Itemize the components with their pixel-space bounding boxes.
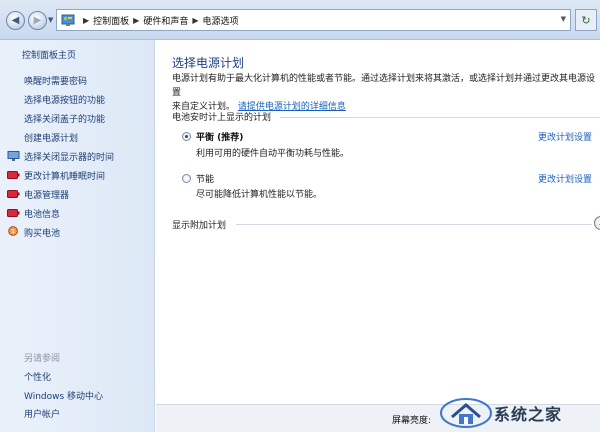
sidebar-link-battery-info[interactable]: 电池信息 [24,207,60,220]
expand-additional-plans-button[interactable]: ⌄ [594,216,600,230]
plan-balanced-name[interactable]: 平衡 (推荐) [196,130,243,143]
plan-balanced-change-settings-link[interactable]: 更改计划设置 [538,130,592,143]
breadcrumb-separator: ▶ [192,15,199,25]
sidebar-link-buy-battery[interactable]: 购买电池 [24,226,60,239]
show-additional-plans-label[interactable]: 显示附加计划 [172,218,226,231]
sidebar-link-display-off[interactable]: 选择关闭显示器的时间 [24,150,114,163]
plan-group-header: 电池安时计上显示的计划 [172,113,272,123]
plan-power-saver-change-settings-link[interactable]: 更改计划设置 [538,172,592,185]
breadcrumb[interactable]: ▶ 控制面板 ▶ 硬件和声音 ▶ 电源选项 ▼ [56,9,571,31]
breadcrumb-separator: ▶ [133,15,140,25]
forward-button[interactable]: ▶ [28,11,47,30]
plan-balanced-radio[interactable] [182,132,191,141]
group-divider [280,117,600,118]
breadcrumb-separator: ▶ [83,15,90,25]
additional-plans-divider [236,224,592,225]
plan-power-saver-description: 尽可能降低计算机性能以节能。 [196,190,323,200]
sidebar-link-wake-password[interactable]: 唤醒时需要密码 [24,74,87,87]
sidebar-link-power-buttons[interactable]: 选择电源按钮的功能 [24,93,105,106]
sidebar-link-sleep-time[interactable]: 更改计算机睡眠时间 [24,169,105,182]
screen-brightness-label: 屏幕亮度: [392,416,432,426]
address-dropdown-icon[interactable]: ▼ [561,15,566,23]
monitor-icon [7,151,20,161]
page-description: 电源计划有助于最大化计算机的性能或者节能。通过选择计划来将其激活，或选择计划并通… [172,72,600,114]
see-also-link-mobility-center[interactable]: Windows 移动中心 [24,389,103,402]
battery-icon [7,171,20,179]
back-button[interactable]: ◀ [6,11,25,30]
plan-balanced-description: 利用可用的硬件自动平衡功耗与性能。 [196,149,350,159]
house-logo-icon [440,398,492,428]
sidebar-link-lid-close[interactable]: 选择关闭盖子的功能 [24,112,105,125]
left-navigation-pane: 控制面板主页 唤醒时需要密码 选择电源按钮的功能 选择关闭盖子的功能 创建电源计… [0,40,155,432]
breadcrumb-item-power-options[interactable]: 电源选项 [203,14,239,27]
breadcrumb-item-control-panel[interactable]: 控制面板 [93,14,129,27]
see-also-link-user-accounts[interactable]: 用户帐户 [24,407,60,420]
watermark-text: 系统之家 [494,405,563,424]
see-also-heading: 另请参阅 [24,354,61,364]
plan-power-saver-radio[interactable] [182,174,191,183]
main-content: 选择电源计划 电源计划有助于最大化计算机的性能或者节能。通过选择计划来将其激活，… [156,40,600,432]
sidebar-link-power-manager[interactable]: 电源管理器 [24,188,69,201]
description-line-1: 电源计划有助于最大化计算机的性能或者节能。通过选择计划来将其激活，或选择计划并通… [172,74,596,98]
address-bar: ◀ ▶ ▼ ▶ 控制面板 ▶ 硬件和声音 ▶ 电源选项 ▼ ↻ [0,0,600,40]
breadcrumb-item-hardware-sound[interactable]: 硬件和声音 [143,14,188,27]
watermark: 系统之家 [440,394,600,432]
sidebar-link-create-plan[interactable]: 创建电源计划 [24,131,78,144]
battery-icon [7,190,20,198]
recent-pages-dropdown-icon[interactable]: ▼ [48,16,53,24]
page-title: 选择电源计划 [172,56,245,70]
control-panel-icon [61,14,75,26]
battery-icon [7,209,20,217]
control-panel-home-link[interactable]: 控制面板主页 [22,48,76,61]
plan-power-saver-name[interactable]: 节能 [196,172,214,185]
refresh-button[interactable]: ↻ [575,9,597,31]
globe-icon [8,226,18,236]
refresh-icon: ↻ [581,13,591,27]
see-also-link-personalization[interactable]: 个性化 [24,370,51,383]
